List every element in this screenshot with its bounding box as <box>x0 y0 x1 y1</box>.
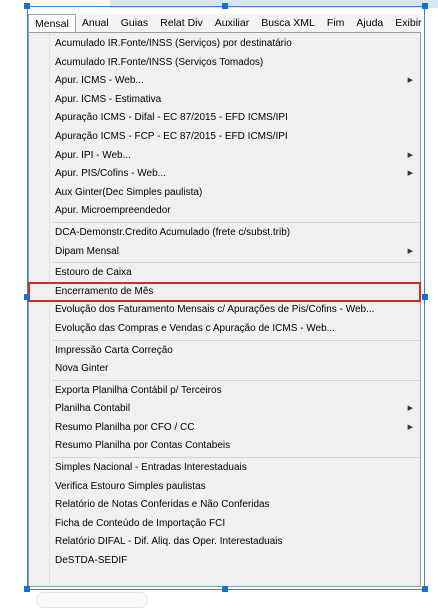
resize-handle-top-center[interactable] <box>222 3 228 9</box>
menu-separator <box>53 262 420 264</box>
menu-item[interactable]: DCA-Demonstr.Credito Acumulado (frete c/… <box>29 224 420 243</box>
menu-item[interactable]: Evolução dos Faturamento Mensais c/ Apur… <box>29 301 420 320</box>
menubar-item-ajuda[interactable]: Ajuda <box>350 14 389 32</box>
menu-item[interactable]: Apuração ICMS - FCP - EC 87/2015 - EFD I… <box>29 128 420 147</box>
menu-item-label: Resumo Planilha por Contas Contabeis <box>55 440 231 452</box>
resize-handle-bottom-right[interactable] <box>422 586 428 592</box>
screenshot-frame: Mensal Anual Guias Relat Div Auxiliar Busca X… <box>0 0 438 608</box>
menu-item-label: Apur. ICMS - Web... <box>55 75 144 87</box>
menu-item[interactable]: Verifica Estouro Simples paulistas <box>29 478 420 497</box>
menu-item[interactable]: Apur. IPI - Web... ▶ <box>29 147 420 166</box>
menubar-item-guias[interactable]: Guias <box>115 14 154 32</box>
menu-separator <box>53 221 420 223</box>
menubar-item-exibir[interactable]: Exibir <box>389 14 427 32</box>
menu-separator <box>53 457 420 459</box>
chevron-right-icon: ▶ <box>407 405 413 413</box>
menu-item-label: Apuração ICMS - Difal - EC 87/2015 - EFD… <box>55 112 288 124</box>
menu-item-label: Relatório DIFAL - Dif. Aliq. das Oper. I… <box>55 536 283 548</box>
chevron-right-icon: ▶ <box>407 170 413 178</box>
menu-item[interactable]: Apur. ICMS - Web... ▶ <box>29 72 420 91</box>
resize-handle-top-left[interactable] <box>24 3 30 9</box>
menu-item[interactable]: Acumulado IR.Fonte/INSS (Serviços) por d… <box>29 35 420 54</box>
menu-item[interactable]: Dipam Mensal ▶ <box>29 243 420 262</box>
menu-separator <box>53 339 420 341</box>
menu-item-label: DeSTDA-SEDIF <box>55 555 128 567</box>
menu-item-label: Apur. Microempreendedor <box>55 205 171 217</box>
menu-item-label: Apuração ICMS - FCP - EC 87/2015 - EFD I… <box>55 130 288 142</box>
menu-item-label: Impressão Carta Correção <box>55 344 173 356</box>
menubar-item-auxiliar[interactable]: Auxiliar <box>209 14 255 32</box>
menu-item[interactable]: Relatório DIFAL - Dif. Aliq. das Oper. I… <box>29 533 420 552</box>
menu-item[interactable]: DeSTDA-SEDIF <box>29 552 420 571</box>
menu-item[interactable]: Apur. ICMS - Estimativa <box>29 91 420 110</box>
menu-bar: Mensal Anual Guias Relat Div Auxiliar Busca X… <box>28 14 422 33</box>
menu-item-label: Dipam Mensal <box>55 245 119 257</box>
menu-item-label: Aux Ginter(Dec Simples paulista) <box>55 186 203 198</box>
menu-item[interactable]: Encerramento de Mês <box>28 281 421 303</box>
menu-item-label: Ficha de Conteúdo de Importação FCI <box>55 517 226 529</box>
menu-item-label: Relatório de Notas Conferidas e Não Conf… <box>55 499 270 511</box>
menubar-item-relat-div[interactable]: Relat Div <box>154 14 209 32</box>
menu-item[interactable]: Ficha de Conteúdo de Importação FCI <box>29 515 420 534</box>
chevron-right-icon: ▶ <box>407 247 413 255</box>
chevron-right-icon: ▶ <box>407 151 413 159</box>
menu-item-list: Acumulado IR.Fonte/INSS (Serviços) por d… <box>28 35 421 571</box>
menu-item-label: DCA-Demonstr.Credito Acumulado (frete c/… <box>55 226 291 238</box>
menu-item-label: Resumo Planilha por CFO / CC <box>55 421 195 433</box>
window-title-strip <box>110 0 438 8</box>
menu-item[interactable]: Evolução das Compras e Vendas c Apuração… <box>29 320 420 339</box>
menu-item[interactable]: Simples Nacional - Entradas Interestadua… <box>29 459 420 478</box>
menu-item[interactable]: Estouro de Caixa <box>29 264 420 283</box>
menu-item-label: Nova Ginter <box>55 363 109 375</box>
menubar-item-anual[interactable]: Anual <box>76 14 115 32</box>
resize-handle-top-right[interactable] <box>422 3 428 9</box>
menu-separator <box>53 379 420 381</box>
menu-item-label: Planilha Contabil <box>55 403 131 415</box>
menu-item[interactable]: Impressão Carta Correção <box>29 342 420 361</box>
bottom-control <box>36 592 148 608</box>
menu-item[interactable]: Apur. Microempreendedor <box>29 202 420 221</box>
mensal-dropdown-menu: Acumulado IR.Fonte/INSS (Serviços) por d… <box>28 32 421 587</box>
menu-item-label: Simples Nacional - Entradas Interestadua… <box>55 462 247 474</box>
menu-item[interactable]: Resumo Planilha por CFO / CC ▶ <box>29 419 420 438</box>
menu-item[interactable]: Apur. PIS/Cofins - Web... ▶ <box>29 165 420 184</box>
menu-item[interactable]: Nova Ginter <box>29 360 420 379</box>
menu-item[interactable]: Planilha Contabil ▶ <box>29 400 420 419</box>
menu-item[interactable]: Apuração ICMS - Difal - EC 87/2015 - EFD… <box>29 109 420 128</box>
menu-item[interactable]: Aux Ginter(Dec Simples paulista) <box>29 184 420 203</box>
menu-item-label: Apur. ICMS - Estimativa <box>55 93 162 105</box>
menu-item-label: Evolução dos Faturamento Mensais c/ Apur… <box>55 304 375 316</box>
chevron-right-icon: ▶ <box>407 77 413 85</box>
resize-handle-middle-right[interactable] <box>422 294 428 300</box>
resize-handle-bottom-left[interactable] <box>24 586 30 592</box>
menu-item-label: Evolução das Compras e Vendas c Apuração… <box>55 322 335 334</box>
menu-item-label: Apur. IPI - Web... <box>55 149 131 161</box>
resize-handle-bottom-center[interactable] <box>222 586 228 592</box>
menu-item-label: Exporta Planilha Contábil p/ Terceiros <box>55 384 222 396</box>
menu-item-label: Acumulado IR.Fonte/INSS (Serviços) por d… <box>55 38 292 49</box>
menubar-item-mensal[interactable]: Mensal <box>28 14 76 32</box>
resize-handle-middle-left[interactable] <box>24 294 30 300</box>
menubar-item-busca-xml[interactable]: Busca XML <box>255 14 321 32</box>
menubar-item-fim[interactable]: Fim <box>321 14 351 32</box>
menu-item[interactable]: Relatório de Notas Conferidas e Não Conf… <box>29 496 420 515</box>
menu-item-label: Verifica Estouro Simples paulistas <box>55 480 206 492</box>
menu-item-label: Apur. PIS/Cofins - Web... <box>55 168 166 180</box>
chevron-right-icon: ▶ <box>407 423 413 431</box>
menu-item-label: Acumulado IR.Fonte/INSS (Serviços Tomado… <box>55 56 264 68</box>
menu-item[interactable]: Acumulado IR.Fonte/INSS (Serviços Tomado… <box>29 54 420 73</box>
menu-item-label: Estouro de Caixa <box>55 267 132 279</box>
menu-item[interactable]: Exporta Planilha Contábil p/ Terceiros <box>29 382 420 401</box>
menu-item-label: Encerramento de Mês <box>55 285 154 297</box>
menu-item[interactable]: Resumo Planilha por Contas Contabeis <box>29 437 420 456</box>
